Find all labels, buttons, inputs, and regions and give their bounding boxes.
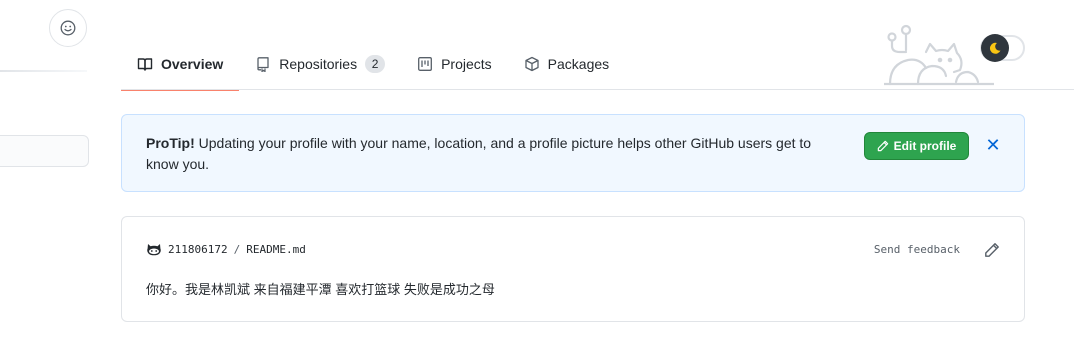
tab-label: Packages [547,56,610,72]
readme-content: 你好。我是林凯斌 来自福建平潭 喜欢打篮球 失败是成功之母 [146,282,495,297]
package-icon [525,56,539,72]
tab-projects[interactable]: Projects [401,38,508,90]
readme-breadcrumb: 211806172 / README.md [146,241,306,257]
protip-banner: ProTip! Updating your profile with your … [121,114,1025,192]
octocat-illustration-icon [884,24,994,86]
send-feedback-link[interactable]: Send feedback [874,243,960,256]
moon-icon [989,42,1001,54]
profile-readme-box: 211806172 / README.md Send feedback 你好。我… [121,216,1025,322]
tab-label: Projects [441,56,492,72]
protip-title: ProTip! [146,135,195,151]
book-icon [137,58,153,71]
sidebar-divider [0,70,87,72]
pencil-icon [877,140,888,152]
readme-user-link[interactable]: 211806172 [168,243,228,256]
edit-profile-label: Edit profile [893,139,957,153]
smiley-icon [60,20,76,36]
tab-label: Overview [161,56,224,72]
tabs-divider [121,89,1074,90]
theme-toggle-knob[interactable] [981,34,1009,62]
tab-label: Repositories [279,56,358,72]
octocat-icon [147,244,161,256]
breadcrumb-separator: / [233,242,241,256]
project-icon [418,57,433,71]
close-icon[interactable]: ✕ [985,133,1001,157]
profile-tabs: Overview Repositories 2 Projects Package… [121,38,625,91]
protip-message: Updating your profile with your name, lo… [146,135,812,172]
protip-text: ProTip! Updating your profile with your … [146,133,836,175]
edit-readme-pencil-icon[interactable] [984,242,1000,258]
tab-overview[interactable]: Overview [121,38,240,91]
edit-profile-button[interactable]: Edit profile [864,132,969,160]
readme-file-link[interactable]: README.md [246,243,306,256]
set-status-button[interactable] [49,9,87,47]
tab-repositories[interactable]: Repositories 2 [239,38,401,90]
tab-packages[interactable]: Packages [508,38,625,90]
repo-count-badge: 2 [365,55,386,73]
sidebar-edit-field[interactable] [0,135,89,167]
repo-icon [257,57,269,72]
